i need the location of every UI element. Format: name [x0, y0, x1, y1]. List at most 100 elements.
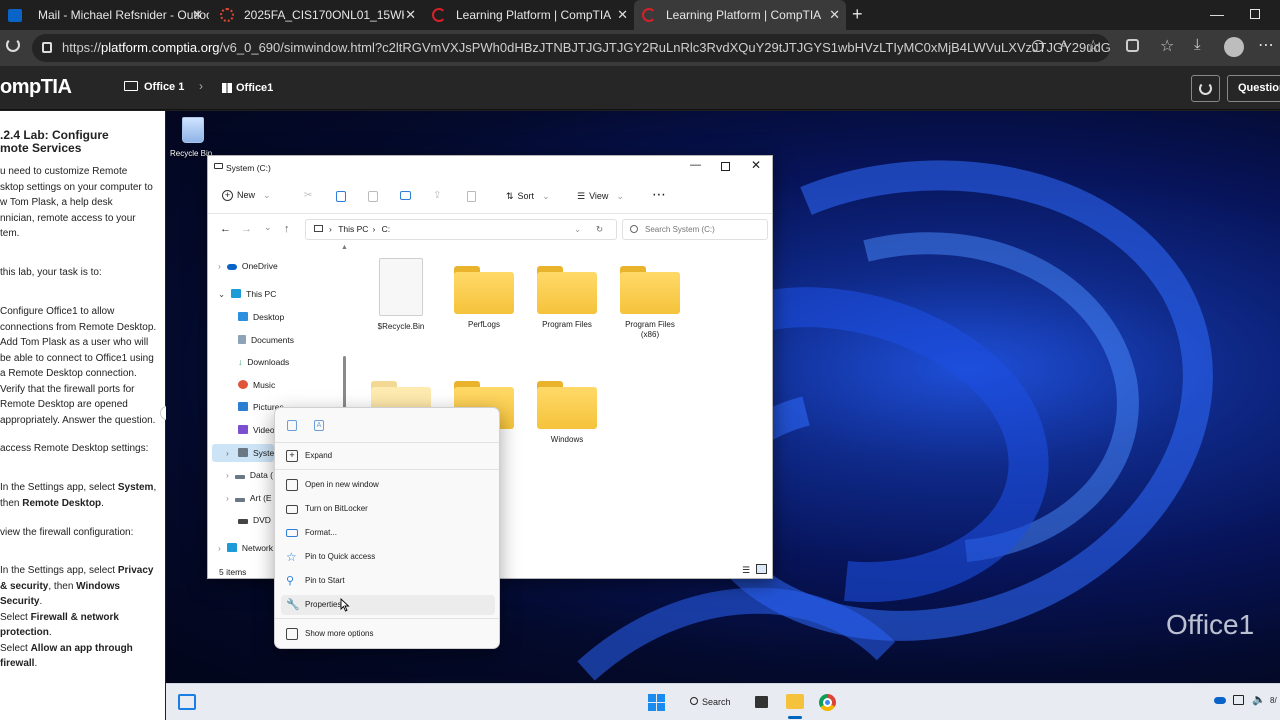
search-box[interactable]: Search System (C:) — [622, 219, 768, 240]
file-explorer-taskbar-icon[interactable] — [786, 694, 804, 709]
close-tab-icon[interactable]: ✕ — [405, 7, 416, 23]
read-aloud-icon[interactable]: A — [1060, 38, 1068, 52]
refresh-path-icon[interactable]: ↻ — [596, 220, 603, 239]
rename-icon[interactable] — [400, 191, 411, 200]
onedrive-tray-icon[interactable] — [1214, 697, 1226, 704]
menu-item-pin-start[interactable]: ⚲ Pin to Start — [281, 571, 495, 591]
nav-item-data-drive[interactable]: › Data ( — [226, 468, 273, 482]
menu-item-show-more-options[interactable]: Show more options — [281, 624, 495, 644]
nav-item-onedrive[interactable]: › OneDrive — [218, 259, 278, 273]
share-icon[interactable]: ⇪ — [433, 190, 441, 201]
downloads-icon[interactable]: ⤓ — [1194, 36, 1201, 53]
minimize-window-icon[interactable]: — — [1210, 6, 1224, 22]
scroll-up-arrow-icon[interactable]: ▲ — [341, 244, 348, 251]
menu-item-bitlocker[interactable]: Turn on BitLocker — [281, 499, 495, 519]
view-button[interactable]: ☰ View ⌄ — [577, 191, 624, 202]
widgets-icon[interactable] — [178, 694, 196, 710]
nav-label: Desktop — [253, 312, 285, 322]
favorite-star-icon[interactable]: ☆ — [1086, 36, 1100, 56]
nav-item-network[interactable]: › Network — [218, 541, 273, 555]
zoom-icon[interactable] — [1032, 40, 1044, 52]
extensions-icon[interactable] — [1126, 39, 1139, 52]
menu-item-expand[interactable]: + Expand — [281, 446, 495, 466]
recycle-bin-icon[interactable] — [182, 117, 204, 143]
questions-button[interactable]: Question — [1227, 75, 1280, 102]
sort-button[interactable]: ⇅ Sort ⌄ — [506, 191, 550, 202]
browser-tab[interactable]: Learning Platform | CompTIA ✕ — [424, 0, 634, 30]
chevron-down-icon: ⌄ — [218, 289, 226, 299]
close-tab-icon[interactable]: ✕ — [192, 7, 203, 23]
forward-arrow-icon[interactable]: → — [241, 223, 252, 235]
delete-icon[interactable] — [467, 191, 476, 202]
up-arrow-icon[interactable]: ↑ — [284, 223, 290, 235]
new-tab-icon[interactable]: + — [852, 4, 863, 25]
nav-item-music[interactable]: Music — [238, 378, 275, 392]
url-path: /v6_0_690/simwindow.html?c2ltRGVmVXJsPWh… — [219, 40, 1110, 55]
menu-item-open-new-window[interactable]: Open in new window — [281, 475, 495, 495]
breadcrumb-office-1[interactable]: Office 1 — [144, 81, 184, 93]
network-tray-icon[interactable] — [1233, 695, 1244, 705]
maximize-icon[interactable] — [721, 162, 730, 171]
url-field[interactable]: https://platform.comptia.org/v6_0_690/si… — [32, 34, 1110, 62]
minimize-icon[interactable]: — — [690, 159, 701, 171]
path-segment[interactable]: C: — [382, 224, 391, 234]
path-segment[interactable]: This PC — [338, 224, 368, 234]
breadcrumb-office1[interactable]: Office1 — [236, 82, 273, 94]
file-item-recycle-bin[interactable]: $Recycle.Bin — [366, 258, 436, 332]
close-icon[interactable]: ✕ — [751, 158, 761, 172]
folder-item-program-files-x86[interactable]: Program Files (x86) — [615, 266, 685, 340]
lab-intro: u need to customize Remote sktop setting… — [0, 164, 160, 242]
browser-tab-active[interactable]: Learning Platform | CompTIA ✕ — [634, 0, 846, 30]
more-menu-icon[interactable]: ⋯ — [1258, 35, 1274, 55]
nav-item-desktop[interactable]: Desktop — [238, 310, 284, 324]
nav-item-downloads[interactable]: ↓ Downloads — [238, 355, 289, 369]
intro-line: u need to customize Remote — [0, 166, 128, 177]
address-path-bar[interactable]: › This PC › C: ⌄ ↻ — [305, 219, 617, 240]
cut-icon[interactable]: ✂ — [304, 190, 312, 201]
menu-item-properties[interactable]: 🔧 Properties — [281, 595, 495, 615]
nav-item-system-selected[interactable]: › Syster — [212, 444, 277, 462]
task-intro: this lab, your task is to: — [0, 267, 102, 278]
nav-item-documents[interactable]: Documents — [238, 333, 294, 347]
profile-avatar[interactable] — [1224, 37, 1244, 57]
step-bold: Allow an app through — [30, 642, 133, 654]
reset-button[interactable] — [1191, 75, 1220, 102]
window-title: System (C:) — [226, 163, 271, 173]
details-view-icon[interactable]: ☰ — [742, 565, 750, 576]
menu-item-format[interactable]: Format... — [281, 523, 495, 543]
recent-chevron-icon[interactable]: ⌄ — [264, 222, 272, 233]
refresh-icon[interactable] — [6, 38, 20, 52]
folder-icon — [454, 266, 514, 314]
large-icons-view-icon[interactable] — [756, 564, 767, 574]
comptia-logo[interactable]: ompTIA — [0, 76, 72, 99]
more-options-icon[interactable]: ⋯ — [652, 186, 666, 203]
task-view-icon[interactable] — [755, 696, 768, 708]
paste-icon[interactable] — [368, 191, 378, 202]
nav-item-videos[interactable]: Video — [238, 423, 275, 437]
copy-icon[interactable] — [336, 191, 346, 202]
start-windows-icon[interactable] — [648, 694, 665, 711]
taskbar-search-button[interactable]: Search — [684, 693, 740, 712]
browser-tab[interactable]: Mail - Michael Refsnider - Outlook ✕ — [24, 0, 209, 30]
path-dropdown-icon[interactable]: ⌄ — [574, 220, 581, 239]
folder-item-windows[interactable]: Windows — [532, 381, 602, 445]
clock[interactable]: 8/ — [1270, 696, 1277, 705]
copy-icon[interactable] — [287, 420, 297, 431]
folder-item-program-files[interactable]: Program Files — [532, 266, 602, 330]
nav-item-this-pc[interactable]: ⌄ This PC — [218, 287, 276, 301]
favorites-icon[interactable]: ☆ — [1160, 36, 1174, 56]
folder-item-perflogs[interactable]: PerfLogs — [449, 266, 519, 330]
new-button[interactable]: + New ⌄ — [222, 190, 271, 201]
close-tab-icon[interactable]: ✕ — [617, 7, 628, 23]
recycle-bin-label[interactable]: Recycle Bin — [170, 149, 212, 158]
restore-window-icon[interactable] — [1250, 9, 1260, 19]
chrome-icon[interactable] — [819, 694, 836, 711]
browser-tab[interactable]: 2025FA_CIS170ONL01_15WK Intro ✕ — [212, 0, 422, 30]
close-tab-icon[interactable]: ✕ — [829, 7, 840, 23]
nav-item-dvd-drive[interactable]: DVD I — [238, 513, 276, 527]
nav-item-art-drive[interactable]: › Art (E — [226, 491, 272, 505]
rename-icon[interactable]: A — [314, 420, 324, 431]
back-arrow-icon[interactable]: ← — [220, 223, 231, 235]
menu-item-pin-quick-access[interactable]: ☆ Pin to Quick access — [281, 547, 495, 567]
volume-tray-icon[interactable]: 🔈 — [1252, 693, 1266, 706]
